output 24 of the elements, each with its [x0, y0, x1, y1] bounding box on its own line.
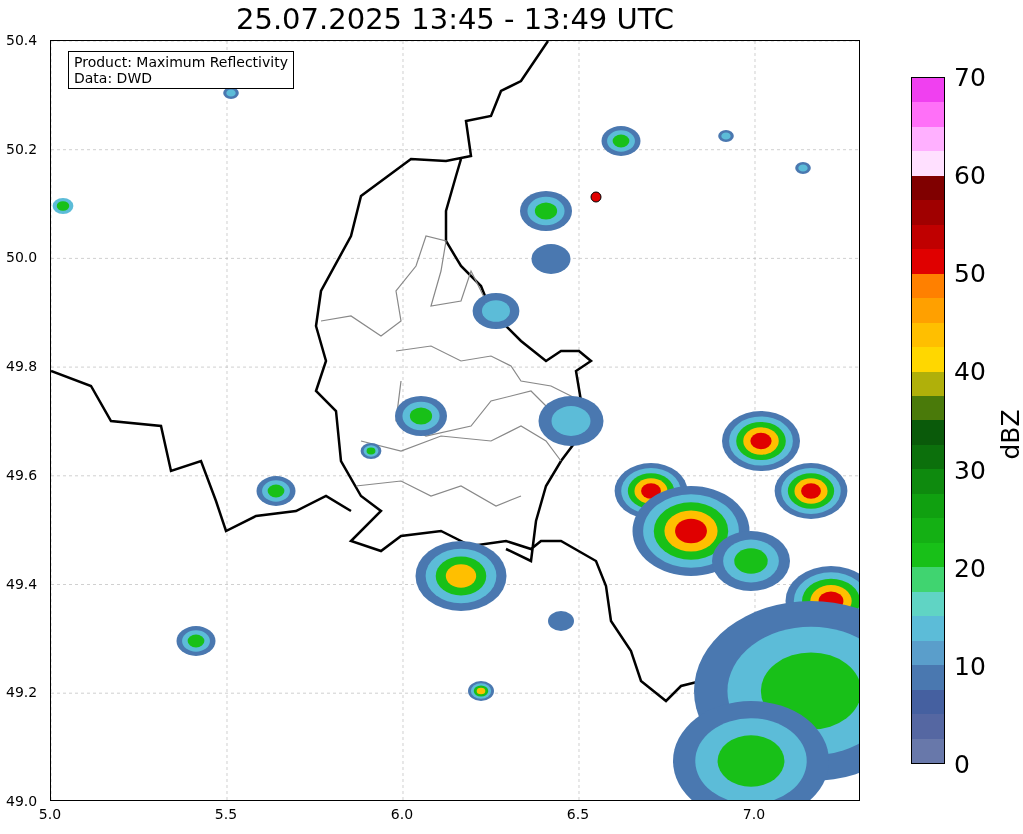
- info-box: Product: Maximum Reflectivity Data: DWD: [68, 51, 294, 89]
- y-tick-label: 50.4: [6, 32, 38, 48]
- colorbar-tick-label: 60: [954, 160, 986, 190]
- y-tick-label: 49.6: [6, 466, 38, 483]
- x-tick-label: 5.5: [214, 806, 238, 822]
- y-tick-label: 49.2: [6, 684, 38, 701]
- y-tick-label: 50.0: [6, 249, 38, 266]
- x-tick-label: 5.0: [38, 806, 62, 822]
- colorbar-tick-label: 40: [954, 356, 986, 386]
- y-tick-label: 49.8: [6, 358, 38, 375]
- x-tick-label: 6.0: [390, 806, 414, 822]
- y-tick-label: 49.4: [6, 575, 38, 592]
- colorbar-tick-label: 70: [954, 62, 986, 92]
- y-tick-label: 50.2: [6, 140, 38, 157]
- colorbar-label: dBZ: [995, 409, 1023, 460]
- colorbar-tick-label: 10: [954, 651, 986, 681]
- y-tick-label: 49.0: [6, 792, 38, 809]
- colorbar-tick-label: 50: [954, 258, 986, 288]
- colorbar-tick-label: 30: [954, 455, 986, 485]
- x-tick-label: 6.5: [566, 806, 590, 822]
- x-tick-label: 7.0: [742, 806, 766, 822]
- chart-title: 25.07.2025 13:45 - 13:49 UTC: [235, 2, 675, 36]
- colorbar-tick-label: 0: [954, 749, 970, 779]
- colorbar-tick-label: 20: [954, 553, 986, 583]
